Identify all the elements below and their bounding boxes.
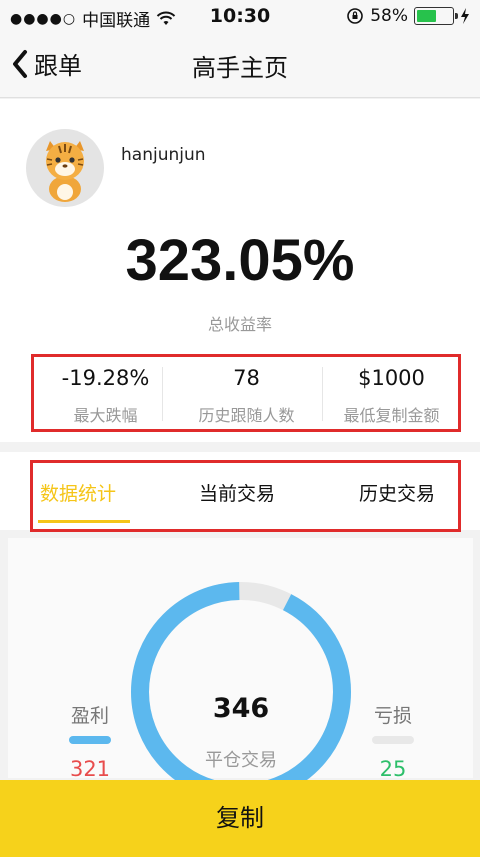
loss-label: 亏损 bbox=[373, 705, 412, 727]
total-return-label: 总收益率 bbox=[207, 315, 272, 334]
profile-card: hanjunjun 323.05% 总收益率 -19.28% 最大跌幅 78 历… bbox=[0, 99, 480, 442]
profit-swatch bbox=[69, 736, 111, 744]
copy-button[interactable]: 复制 bbox=[0, 780, 480, 857]
trade-summary-card: 346 平仓交易 盈利 321 亏损 25 bbox=[8, 538, 473, 802]
username: hanjunjun bbox=[121, 145, 206, 165]
stat-min-copy-amount: $1000 最低复制金额 bbox=[320, 357, 463, 429]
stat-label: 最大跌幅 bbox=[73, 406, 138, 425]
tab-current-trades[interactable]: 当前交易 bbox=[199, 463, 275, 529]
chevron-left-icon bbox=[13, 49, 27, 78]
profit-count: 321 bbox=[69, 757, 111, 781]
battery-level bbox=[417, 10, 437, 22]
loss-count: 25 bbox=[379, 757, 407, 781]
total-closed-trades: 346 bbox=[212, 693, 270, 724]
avatar[interactable] bbox=[26, 129, 104, 207]
stat-value: -19.28% bbox=[61, 366, 150, 390]
stat-max-drawdown: -19.28% 最大跌幅 bbox=[34, 357, 177, 429]
legend-loss: 亏损 25 bbox=[363, 701, 423, 781]
tab-group: 数据统计 当前交易 历史交易 bbox=[30, 460, 461, 532]
status-right: 58% bbox=[346, 6, 470, 26]
total-return-value: 323.05% bbox=[125, 228, 355, 293]
stat-label: 历史跟随人数 bbox=[198, 406, 295, 425]
trade-donut-chart: 346 平仓交易 bbox=[130, 581, 352, 803]
active-tab-indicator bbox=[38, 520, 130, 523]
back-label: 跟单 bbox=[34, 52, 82, 80]
tiger-avatar-icon bbox=[46, 141, 84, 202]
stat-value: $1000 bbox=[358, 366, 425, 390]
orientation-lock-icon bbox=[347, 8, 364, 24]
navigation-bar: 跟单 高手主页 bbox=[0, 34, 480, 98]
tab-history-trades[interactable]: 历史交易 bbox=[359, 463, 435, 529]
legend-profit: 盈利 321 bbox=[60, 701, 120, 781]
charging-icon bbox=[461, 8, 469, 24]
tab-bar: 数据统计 当前交易 历史交易 bbox=[0, 452, 480, 532]
stat-divider bbox=[162, 367, 163, 421]
total-closed-trades-label: 平仓交易 bbox=[205, 750, 277, 771]
battery-percent: 58% bbox=[370, 6, 408, 26]
status-bar: ●●●●○ 中国联通 10:30 58% bbox=[0, 0, 480, 34]
stat-label: 最低复制金额 bbox=[343, 406, 440, 425]
battery-icon bbox=[414, 7, 458, 25]
profit-label: 盈利 bbox=[70, 705, 109, 727]
stat-followers: 78 历史跟随人数 bbox=[175, 357, 318, 429]
back-button[interactable]: 跟单 bbox=[10, 46, 82, 81]
stats-row: -19.28% 最大跌幅 78 历史跟随人数 $1000 最低复制金额 bbox=[31, 354, 461, 432]
stat-value: 78 bbox=[233, 366, 260, 390]
loss-swatch bbox=[372, 736, 414, 744]
